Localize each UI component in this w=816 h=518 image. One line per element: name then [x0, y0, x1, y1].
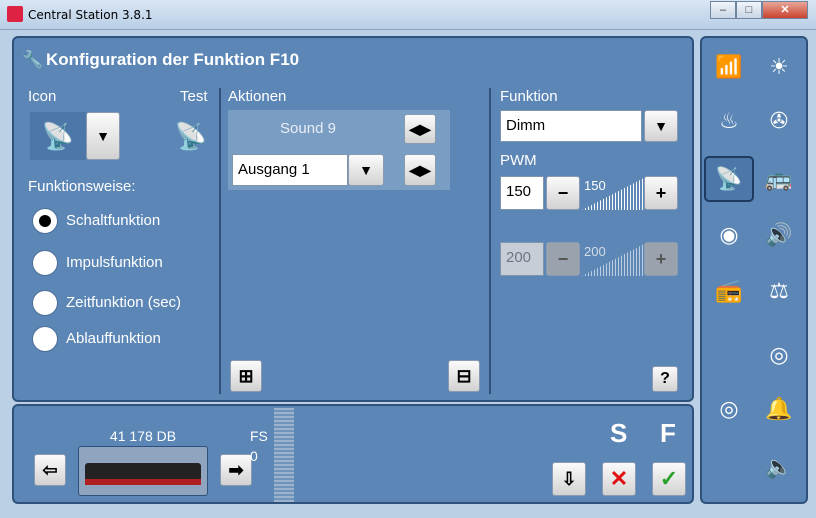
close-button[interactable]: ✕	[762, 1, 808, 19]
smoke-icon[interactable]: ♨	[706, 100, 752, 142]
loco-name: 41 178 DB	[109, 428, 177, 444]
remove-action-button[interactable]: ⊟	[448, 360, 480, 392]
app-icon	[7, 6, 23, 22]
function-select[interactable]: Dimm	[500, 110, 642, 142]
window-titlebar: Central Station 3.8.1 – □ ✕	[0, 0, 816, 30]
action-move-button[interactable]: ◀▶	[404, 114, 436, 144]
cancel-button[interactable]: ✕	[602, 462, 636, 496]
radio-sound-icon[interactable]: ◉	[706, 214, 752, 256]
radio-impulsfunktion[interactable]	[32, 250, 58, 276]
output-select[interactable]: Ausgang 1	[232, 154, 348, 186]
selected-function-icon[interactable]: 📡	[704, 156, 754, 202]
column-divider	[219, 88, 221, 394]
pwm2-input: 200	[500, 242, 544, 276]
action-sound[interactable]: Sound 9	[228, 110, 388, 148]
pwm2-slider-label: 200	[584, 244, 606, 259]
window-title: Central Station 3.8.1	[28, 8, 153, 22]
pwm-slider-label: 150	[584, 178, 606, 193]
icon-sidebar: 📶 ☀ ♨ ✇ 📡 🚌 ◉ 🔊 📻 ⚖ ◎ ◎ 🔔 🔈	[700, 36, 808, 504]
maximize-button[interactable]: □	[736, 1, 762, 19]
mode-label: Funktionsweise:	[28, 178, 136, 195]
add-action-button[interactable]: ⊞	[230, 360, 262, 392]
pwm-input[interactable]: 150	[500, 176, 544, 210]
pwm2-increase-button: +	[644, 242, 678, 276]
prev-loco-button[interactable]: ⇦	[34, 454, 66, 486]
light-icon[interactable]: ☀	[756, 46, 802, 88]
column-divider	[489, 88, 491, 394]
pwm2-decrease-button: −	[546, 242, 580, 276]
actions-label: Aktionen	[228, 88, 287, 105]
horn-icon[interactable]: ✇	[756, 100, 802, 142]
s-label: S	[610, 418, 628, 448]
panel-title: Konfiguration der Funktion F10	[46, 50, 300, 69]
mode-option-label: Ablauffunktion	[66, 330, 161, 347]
f-label: F	[660, 418, 676, 448]
track-icon-button[interactable]: ⇩	[552, 462, 586, 496]
pwm-label: PWM	[500, 152, 537, 169]
mode-option-label: Zeitfunktion (sec)	[66, 294, 182, 311]
test-label: Test	[180, 88, 208, 105]
signal-icon[interactable]: ◎	[756, 334, 802, 376]
icon-dropdown-button[interactable]: ▼	[86, 112, 120, 160]
minimize-button[interactable]: –	[710, 1, 736, 19]
mode-option-label: Impulsfunktion	[66, 254, 163, 271]
test-icon-button[interactable]: 📡	[168, 112, 214, 160]
output-dropdown-button[interactable]: ▼	[348, 154, 384, 186]
weight-icon[interactable]: ⚖	[756, 270, 802, 312]
function-label: Funktion	[500, 88, 558, 105]
pwm-decrease-button[interactable]: −	[546, 176, 580, 210]
next-loco-button[interactable]: ➡	[220, 454, 252, 486]
config-panel: 🔧 Konfiguration der Funktion F10 Icon Te…	[12, 36, 694, 402]
speaker-icon[interactable]: 🔈	[756, 446, 802, 488]
pwm-increase-button[interactable]: +	[644, 176, 678, 210]
mode-option-label: Schaltfunktion	[66, 212, 161, 229]
radio-ablauffunktion[interactable]	[32, 326, 58, 352]
loco-panel: ⇦ 41 178 DB ➡ FS 0 S F ⇩ ✕ ✓	[12, 404, 694, 504]
output-move-button[interactable]: ◀▶	[404, 154, 436, 186]
bus-sound-icon[interactable]: 🚌	[756, 158, 802, 200]
wrench-icon: 🔧	[22, 50, 44, 69]
radio-schaltfunktion[interactable]	[32, 208, 58, 234]
speed-bar[interactable]	[274, 408, 294, 502]
speaker-icon[interactable]: 🔊	[756, 214, 802, 256]
broadcast-icon[interactable]: 📻	[706, 270, 752, 312]
help-button[interactable]: ?	[652, 366, 678, 392]
confirm-button[interactable]: ✓	[652, 462, 686, 496]
fs-label: FS	[250, 428, 268, 444]
bell-icon[interactable]: 🔔	[756, 388, 802, 430]
loco-image[interactable]	[78, 446, 208, 496]
icon-label: Icon	[28, 88, 57, 105]
wifi-icon[interactable]: 📶	[706, 46, 752, 88]
target-icon[interactable]: ◎	[706, 388, 752, 430]
function-icon-preview: 📡	[30, 112, 86, 160]
function-dropdown-button[interactable]: ▼	[644, 110, 678, 142]
radio-zeitfunktion[interactable]	[32, 290, 58, 316]
fs-value: 0	[250, 448, 258, 464]
